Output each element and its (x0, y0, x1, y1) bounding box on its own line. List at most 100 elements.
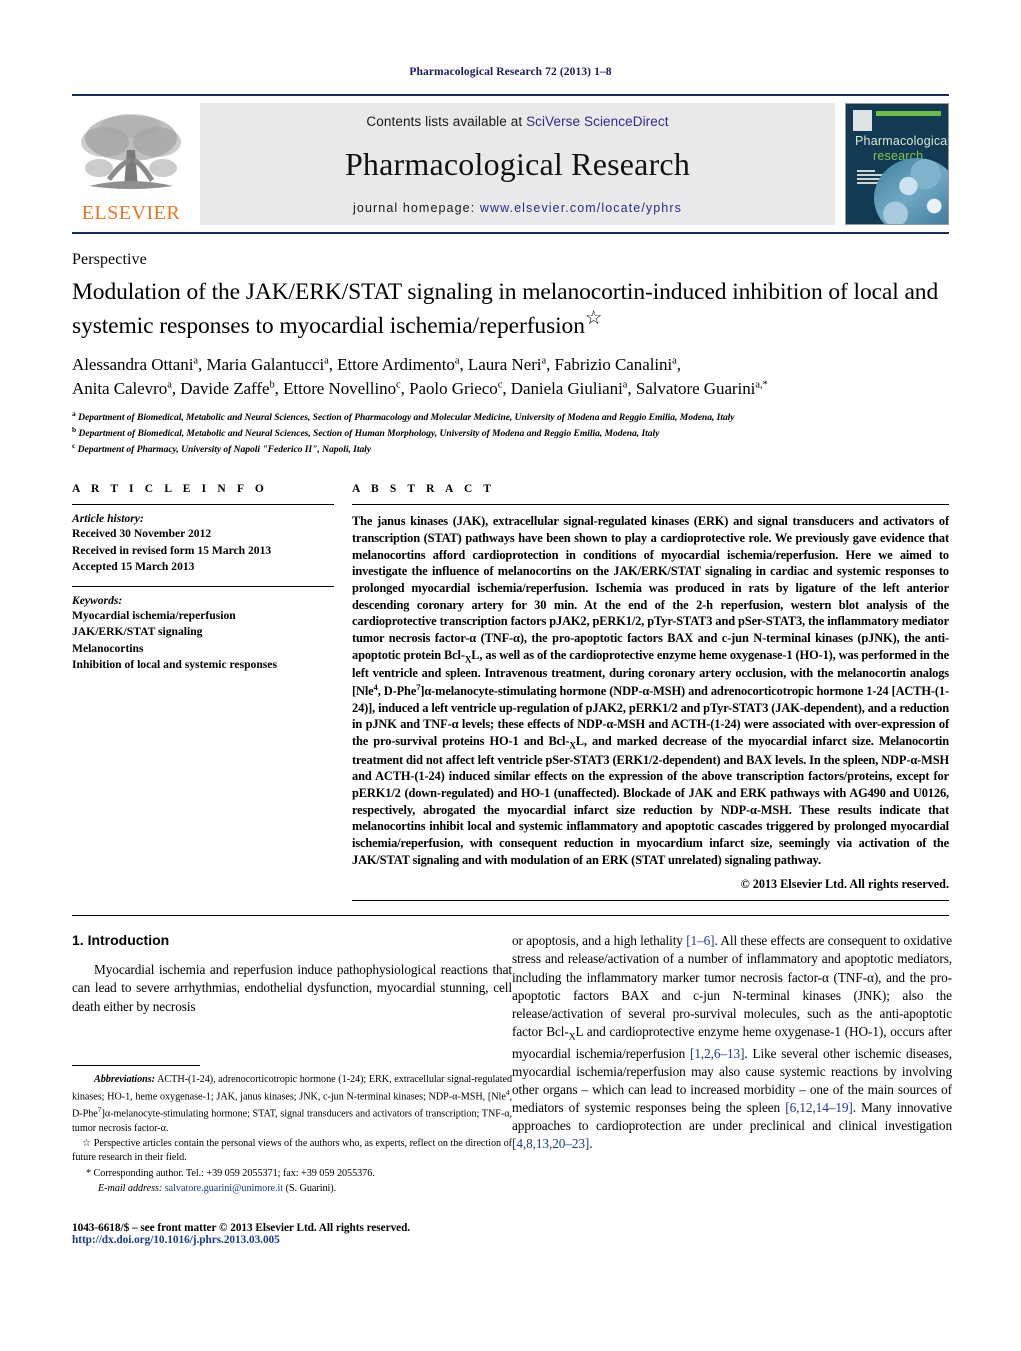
article-info-heading: A R T I C L E I N F O (72, 483, 268, 496)
email-suffix: (S. Guarini). (283, 1183, 337, 1195)
author-affil-marker[interactable]: a (167, 379, 172, 390)
body-right-column: or apoptosis, and a high lethality [1–6]… (512, 932, 952, 1153)
elsevier-wordmark: ELSEVIER (81, 202, 181, 224)
paper-page: Pharmacological Research 72 (2013) 1–8 E… (0, 0, 1021, 1351)
masthead-center-band: Contents lists available at SciVerse Sci… (200, 103, 835, 225)
author-affil-marker[interactable]: c (498, 379, 503, 390)
introduction-paragraph-left: Myocardial ischemia and reperfusion indu… (72, 962, 512, 1014)
author-name[interactable]: Daniela Giuliani (511, 379, 623, 398)
article-history-label: Article history: (72, 512, 144, 526)
intro-part: or apoptosis, and a high lethality (512, 933, 687, 949)
keyword-item[interactable]: Inhibition of local and systemic respons… (72, 657, 334, 673)
author-affil-marker[interactable]: a (672, 355, 677, 366)
affiliation-marker: b (72, 425, 77, 435)
abstract-text: The janus kinases (JAK), extracellular s… (352, 505, 949, 868)
affiliation-text: Department of Biomedical, Metabolic and … (78, 412, 735, 424)
email-label: E-mail address: (98, 1183, 163, 1195)
masthead-bottom-rule (72, 232, 949, 234)
corresponding-author-footnote: * Corresponding author. Tel.: +39 059 20… (72, 1167, 512, 1181)
citation-reference[interactable]: [6,12,14–19] (785, 1100, 853, 1115)
column-gap (334, 483, 352, 901)
homepage-prefix: journal homepage: (353, 201, 480, 215)
affiliation: b Department of Biomedical, Metabolic an… (72, 425, 949, 441)
journal-homepage-line: journal homepage: www.elsevier.com/locat… (353, 201, 682, 215)
affiliation: c Department of Pharmacy, University of … (72, 441, 949, 457)
author-name[interactable]: Laura Neri (468, 355, 542, 374)
cover-green-bar (876, 111, 941, 116)
abbreviations-text: ]α-melanocyte-stimulating hormone; STAT,… (72, 1108, 512, 1134)
abstract-heading: A B S T R A C T (352, 483, 496, 496)
author-affil-marker[interactable]: c (396, 379, 401, 390)
footnote-rule (72, 1065, 200, 1067)
keywords-block: Keywords: Myocardial ischemia/reperfusio… (72, 587, 334, 684)
keyword-item[interactable]: Melanocortins (72, 641, 334, 657)
elsevier-logo: ELSEVIER (72, 103, 190, 225)
doi-link[interactable]: http://dx.doi.org/10.1016/j.phrs.2013.03… (72, 1234, 512, 1246)
journal-cover-thumbnail[interactable]: Pharmacological research (845, 103, 949, 225)
author-name[interactable]: Ettore Ardimento (337, 355, 455, 374)
info-abstract-region: A R T I C L E I N F O Article history: R… (72, 483, 949, 902)
affiliation-text: Department of Pharmacy, University of Na… (77, 444, 372, 456)
author-affil-marker[interactable]: a (324, 355, 329, 366)
affiliation-list: a Department of Biomedical, Metabolic an… (72, 409, 949, 457)
abbreviations-label: Abbreviations: (94, 1074, 155, 1086)
keyword-item[interactable]: Myocardial ischemia/reperfusion (72, 608, 334, 624)
keyword-item[interactable]: JAK/ERK/STAT signaling (72, 624, 334, 640)
author-affil-marker[interactable]: a (193, 355, 198, 366)
affiliation-text: Department of Biomedical, Metabolic and … (78, 428, 660, 440)
cover-artwork-image (874, 158, 948, 224)
abstract-bottom-rule (352, 900, 949, 902)
abstract-part: , D-Phe (377, 684, 417, 698)
author-name[interactable]: Paolo Grieco (409, 379, 498, 398)
journal-homepage-link[interactable]: www.elsevier.com/locate/yphrs (480, 201, 682, 215)
email-link[interactable]: salvatore.guarini@unimore.it (165, 1183, 283, 1194)
affiliation-marker: a (72, 408, 76, 418)
affiliation-marker: c (72, 441, 76, 451)
article-history-item: Received 30 November 2012 (72, 527, 212, 541)
star-marker-icon: ☆ (82, 1138, 92, 1149)
contents-prefix: Contents lists available at (366, 114, 527, 129)
title-footnote-marker[interactable]: ☆ (585, 308, 603, 329)
issn-copyright-line: 1043-6618/$ – see front matter © 2013 El… (72, 1222, 411, 1234)
article-info-column: A R T I C L E I N F O Article history: R… (72, 483, 334, 901)
abstract-column: A B S T R A C T The janus kinases (JAK),… (352, 483, 949, 902)
introduction-heading: 1. Introduction (72, 932, 170, 949)
corresponding-author-text: Corresponding author. Tel.: +39 059 2055… (91, 1167, 375, 1179)
article-history-item: Accepted 15 March 2013 (72, 560, 195, 574)
author-name[interactable]: Fabrizio Canalini (555, 355, 673, 374)
journal-masthead: ELSEVIER Contents lists available at Sci… (72, 94, 949, 225)
citation-reference[interactable]: [4,8,13,20–23] (512, 1136, 589, 1151)
abstract-part: The janus kinases (JAK), extracellular s… (352, 514, 949, 662)
author-name[interactable]: Davide Zaffe (180, 379, 269, 398)
author-affil-marker[interactable]: b (269, 379, 274, 390)
article-title: Modulation of the JAK/ERK/STAT signaling… (72, 278, 949, 341)
body-separator-rule (72, 915, 949, 917)
author-name[interactable]: Alessandra Ottani (72, 355, 193, 374)
sciencedirect-link[interactable]: SciVerse ScienceDirect (526, 114, 669, 129)
citation-reference[interactable]: [1–6] (686, 933, 714, 948)
author-name[interactable]: Ettore Novellino (283, 379, 396, 398)
author-affil-marker[interactable]: a (541, 355, 546, 366)
perspective-footnote: ☆ Perspective articles contain the perso… (72, 1137, 512, 1166)
cover-elsevier-mark-icon (853, 110, 872, 131)
author-name[interactable]: Anita Calevro (72, 379, 167, 398)
abstract-copyright: © 2013 Elsevier Ltd. All rights reserved… (740, 877, 949, 892)
author-affil-marker[interactable]: a,* (755, 379, 767, 390)
keywords-label: Keywords: (72, 593, 123, 607)
introduction-paragraph-right: or apoptosis, and a high lethality [1–6]… (512, 932, 952, 1153)
page-footer: 1043-6618/$ – see front matter © 2013 El… (72, 1222, 512, 1246)
author-affil-marker[interactable]: a (623, 379, 628, 390)
author-name[interactable]: Maria Galantucci (206, 355, 324, 374)
author-name[interactable]: Salvatore Guarini (636, 379, 756, 398)
author-affil-marker[interactable]: a (455, 355, 460, 366)
citation-reference[interactable]: [1,2,6–13] (690, 1046, 745, 1061)
elsevier-tree-icon (75, 110, 187, 202)
abbreviations-footnote: Abbreviations: ACTH-(1-24), adrenocortic… (72, 1073, 512, 1136)
article-header: Perspective Modulation of the JAK/ERK/ST… (72, 251, 949, 902)
intro-part: . (589, 1136, 593, 1152)
footnote-block: Abbreviations: ACTH-(1-24), adrenocortic… (72, 1065, 512, 1198)
article-title-text: Modulation of the JAK/ERK/STAT signaling… (72, 279, 939, 339)
author-list: Alessandra Ottania, Maria Galantuccia, E… (72, 355, 768, 398)
perspective-footnote-text: Perspective articles contain the persona… (72, 1138, 512, 1164)
contents-available-line: Contents lists available at SciVerse Sci… (366, 114, 668, 129)
